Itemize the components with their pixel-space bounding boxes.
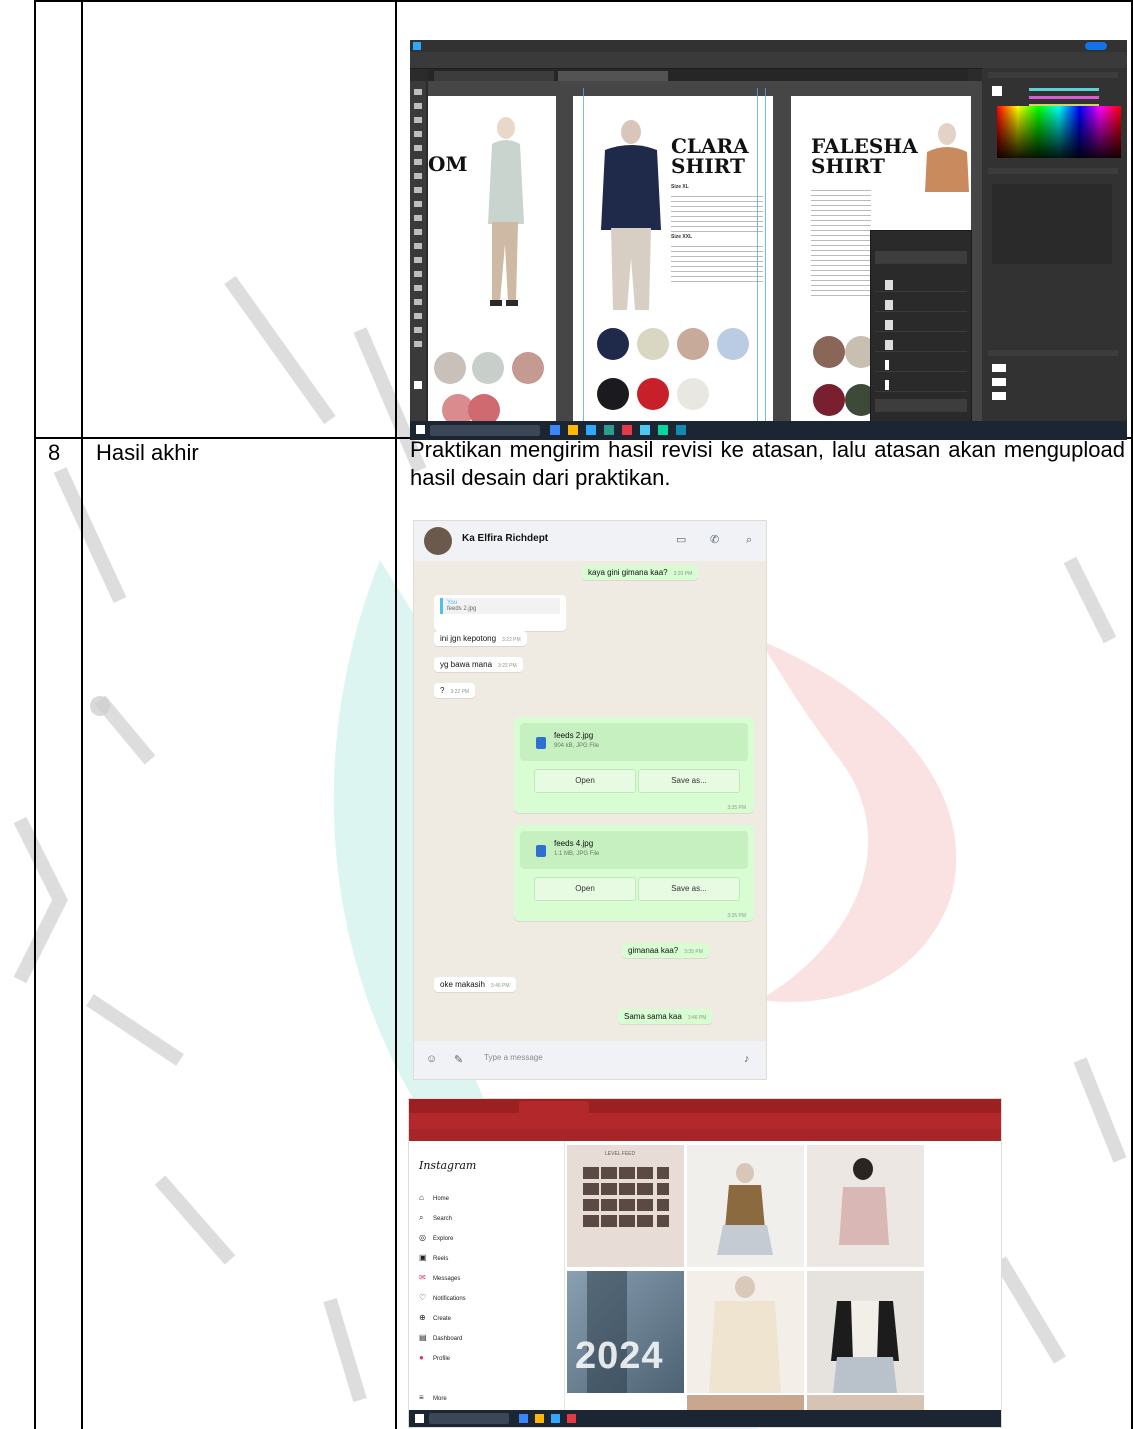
ig-nav-messages[interactable]: ✉ Messages xyxy=(419,1273,460,1282)
wa-file-size: 904 kB, JPG File xyxy=(554,743,600,749)
photoshop-screenshot: OM CLARA SHIRT Size XL Size XXL FALESHA … xyxy=(410,40,1127,440)
ps-doc-tabs xyxy=(428,69,968,81)
ig-nav-search[interactable]: ⌕ Search xyxy=(419,1213,452,1223)
attach-icon[interactable]: ✎ xyxy=(454,1053,463,1066)
ig-post-photo[interactable] xyxy=(807,1145,924,1267)
ps-artboard-1: OM xyxy=(428,96,556,421)
wa-chat-header: Ka Elfira Richdept ▭ ✆ ⌕ xyxy=(414,521,766,561)
ig-nav-reels[interactable]: ▣ Reels xyxy=(419,1253,448,1262)
image-file-icon xyxy=(536,737,546,749)
microphone-icon[interactable]: ♪ xyxy=(744,1053,750,1065)
wa-message: yg bawa mana 3:22 PM xyxy=(434,657,523,672)
ps-page1-title: OM xyxy=(428,152,468,176)
ig-nav-dashboard[interactable]: ▤ Dashboard xyxy=(419,1333,462,1342)
wa-reply-message: You feeds 2.jpg xyxy=(434,595,566,631)
ig-post-2024[interactable]: 2024 xyxy=(567,1271,684,1393)
model-figure-1 xyxy=(488,117,524,306)
ig-post-photo[interactable] xyxy=(687,1271,804,1393)
wa-file-name: feeds 4.jpg xyxy=(554,839,594,848)
avatar xyxy=(424,527,452,555)
row-title: Hasil akhir xyxy=(96,440,199,465)
wa-message: kaya gini gimana kaa? 3:20 PM xyxy=(582,565,699,580)
browser-tabbar xyxy=(409,1099,1001,1113)
wa-message: ini jgn kepotong 3:22 PM xyxy=(434,631,527,646)
wa-message: ? 3:22 PM xyxy=(434,683,476,698)
ig-logo: Instagram xyxy=(419,1159,477,1172)
ps-page3-title-1: FALESHA xyxy=(811,134,918,158)
open-file-button[interactable]: Open xyxy=(534,877,636,901)
message-input[interactable]: Type a message xyxy=(484,1053,543,1062)
wa-file-card: feeds 4.jpg 1.1 MB, JPG File Open Save a… xyxy=(514,825,754,921)
ig-nav-create[interactable]: ⊕ Create xyxy=(419,1313,451,1322)
ps-page2-size-xxl: Size XXL xyxy=(671,234,693,240)
ps-page3-title-2: SHIRT xyxy=(811,154,885,178)
ps-artboard-2: CLARA SHIRT Size XL Size XXL xyxy=(573,96,773,421)
browser-toolbar xyxy=(409,1113,1001,1140)
save-as-button[interactable]: Save as... xyxy=(638,769,740,793)
wa-compose-bar: ☺ ✎ Type a message ♪ xyxy=(414,1041,766,1079)
wa-file-name: feeds 2.jpg xyxy=(554,731,594,740)
save-as-button[interactable]: Save as... xyxy=(638,877,740,901)
search-icon[interactable]: ⌕ xyxy=(746,535,756,546)
ps-page2-title-1: CLARA xyxy=(671,134,749,158)
wa-file-size: 1.1 MB, JPG File xyxy=(554,851,600,857)
open-file-button[interactable]: Open xyxy=(534,769,636,793)
ps-menubar xyxy=(410,40,1127,52)
model-figure-2 xyxy=(601,120,661,310)
ig-sidebar: Instagram ⌂ Home ⌕ Search ◎ Explore ▣ Reels … xyxy=(409,1141,565,1411)
table-border-col1 xyxy=(81,0,83,1429)
ig-nav-more[interactable]: ≡ More xyxy=(419,1393,447,1402)
ig-post-photo[interactable] xyxy=(687,1145,804,1267)
ig-post-calendar[interactable]: LEVEL FEED xyxy=(567,1145,684,1267)
wa-message: Sama sama kaa 3:46 PM xyxy=(618,1009,713,1024)
table-border-top xyxy=(34,0,1133,2)
ig-nav-notifications[interactable]: ♡ Notifications xyxy=(419,1293,466,1302)
ps-windows-taskbar xyxy=(410,421,1127,440)
model-figure-3 xyxy=(925,123,969,192)
browser-bookmarks xyxy=(409,1129,1001,1141)
instagram-screenshot: Instagram ⌂ Home ⌕ Search ◎ Explore ▣ Reels … xyxy=(408,1098,1002,1428)
ig-post-photo[interactable] xyxy=(807,1271,924,1393)
ig-windows-taskbar xyxy=(409,1410,1001,1427)
ps-page2-title-2: SHIRT xyxy=(671,154,745,178)
ig-nav-home[interactable]: ⌂ Home xyxy=(419,1193,449,1202)
ig-nav-explore[interactable]: ◎ Explore xyxy=(419,1233,453,1242)
wa-file-card: feeds 2.jpg 904 kB, JPG File Open Save a… xyxy=(514,717,754,813)
ig-nav-profile[interactable]: ● Profile xyxy=(419,1353,450,1362)
table-border-left xyxy=(34,0,36,1429)
row-number: 8 xyxy=(48,440,61,465)
ps-options-bar xyxy=(410,52,1127,69)
ps-color-picker xyxy=(997,106,1121,158)
ps-toolbar xyxy=(410,81,426,421)
image-file-icon xyxy=(536,845,546,857)
voice-call-icon[interactable]: ✆ xyxy=(710,535,720,546)
emoji-icon[interactable]: ☺ xyxy=(426,1053,437,1065)
whatsapp-screenshot: Ka Elfira Richdept ▭ ✆ ⌕ kaya gini giman… xyxy=(413,520,767,1080)
ps-page2-size-xl: Size XL xyxy=(671,184,689,190)
table-border-col2 xyxy=(395,0,397,1429)
wa-message: oke makasih 3:45 PM xyxy=(434,977,516,992)
ps-layers-panel xyxy=(870,230,972,422)
wa-message: gimanaa kaa? 3:35 PM xyxy=(622,943,709,958)
wa-contact-name: Ka Elfira Richdept xyxy=(462,533,549,544)
row-description: Praktikan mengirim hasil revisi ke atasa… xyxy=(410,437,1125,490)
video-call-icon[interactable]: ▭ xyxy=(676,535,686,546)
